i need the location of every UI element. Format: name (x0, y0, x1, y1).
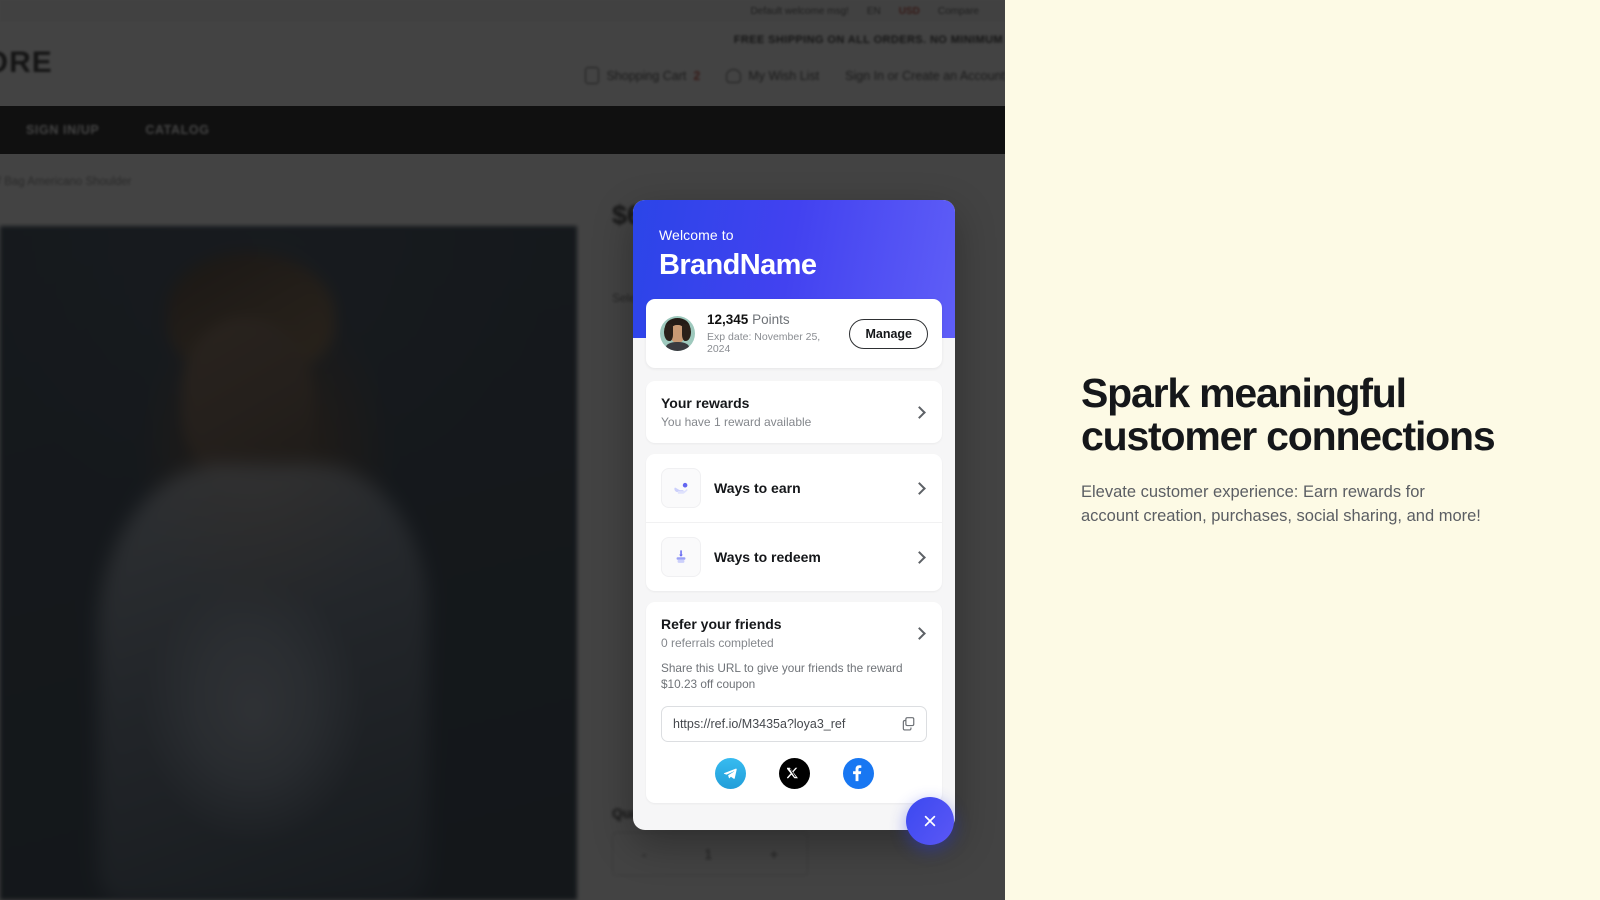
ways-to-redeem-text: Ways to redeem (714, 549, 915, 565)
ways-to-earn-row[interactable]: Ways to earn (646, 454, 942, 522)
top-strip-item-2: USD (898, 5, 920, 17)
hero-welcome-text: Welcome to (659, 227, 734, 243)
screen-root: Default welcome msg! EN USD Compare TORE… (0, 0, 1600, 900)
refer-friends-subtitle: 0 referrals completed (661, 636, 774, 651)
ways-to-earn-title: Ways to earn (714, 480, 801, 497)
storefront-utility-nav: Shopping Cart 2 My Wish List Sign In or … (585, 67, 1005, 84)
gift-redeem-icon (661, 537, 701, 578)
breadcrumb: Home / Bag Americano Shoulder (0, 176, 132, 188)
wish-list-link: My Wish List (726, 68, 820, 83)
referral-card: Refer your friends 0 referrals completed… (646, 602, 942, 803)
avatar-hair-left (664, 324, 673, 342)
copy-icon[interactable] (899, 715, 917, 733)
points-text-block: 12,345 Points Exp date: November 25, 202… (707, 312, 837, 355)
storefront-top-strip: Default welcome msg! EN USD Compare (0, 0, 1005, 22)
points-unit: Points (752, 312, 790, 327)
widget-body: Your rewards You have 1 reward available (633, 368, 955, 830)
points-summary-card: 12,345 Points Exp date: November 25, 202… (646, 299, 942, 369)
nav-item-0: SIGN IN/UP (26, 123, 100, 137)
rewards-card: Your rewards You have 1 reward available (646, 381, 942, 444)
marketing-panel: Spark meaningful customer connections El… (1005, 0, 1600, 900)
sign-in-link: Sign In or Create an Account (845, 69, 1005, 83)
loyalty-widget: Welcome to BrandName 12,345 Points Exp d… (633, 200, 955, 830)
telegram-share-button[interactable] (714, 757, 746, 789)
user-avatar (660, 316, 695, 352)
actions-card: Ways to earn Ways to redeem (646, 454, 942, 592)
your-rewards-row[interactable]: Your rewards You have 1 reward available (646, 381, 942, 443)
refer-friends-row[interactable]: Refer your friends 0 referrals completed (646, 602, 942, 660)
cart-icon (585, 67, 600, 84)
top-strip-item-3: Compare (937, 5, 979, 17)
quantity-value: 1 (704, 846, 713, 862)
hand-coin-icon (661, 468, 701, 509)
nav-item-1: CATALOG (145, 123, 210, 137)
shopping-cart-link: Shopping Cart 2 (585, 67, 700, 84)
referral-url-field[interactable]: https://ref.io/M3435a?loya3_ref (661, 705, 927, 742)
cart-badge: 2 (693, 68, 701, 83)
wish-list-label: My Wish List (748, 68, 820, 83)
ways-to-earn-text: Ways to earn (714, 480, 915, 496)
refer-friends-text: Refer your friends 0 referrals completed (661, 616, 915, 650)
social-share-buttons (646, 757, 942, 789)
points-amount: 12,345 (707, 312, 749, 327)
storefront-main-nav: SIGN IN/UP CATALOG (0, 106, 1005, 154)
chevron-right-icon (913, 550, 926, 564)
your-rewards-title: Your rewards (661, 395, 750, 412)
referral-url-text: https://ref.io/M3435a?loya3_ref (673, 716, 846, 731)
free-shipping-banner: FREE SHIPPING ON ALL ORDERS. NO MINIMUM (733, 34, 1003, 46)
product-photo (0, 226, 577, 900)
close-widget-button[interactable] (906, 797, 954, 845)
your-rewards-subtitle: You have 1 reward available (661, 415, 812, 430)
your-rewards-text: Your rewards You have 1 reward available (661, 395, 915, 429)
facebook-share-button[interactable] (842, 757, 874, 789)
top-strip-item-0: Default welcome msg! (750, 5, 849, 17)
photo-face-shape (182, 318, 314, 484)
quantity-decrement: - (641, 846, 647, 862)
manage-button[interactable]: Manage (849, 318, 928, 349)
chevron-right-icon (913, 405, 926, 419)
points-line: 12,345 Points (707, 312, 837, 328)
quantity-increment: + (769, 846, 779, 862)
hero-brand-name: BrandName (659, 249, 817, 281)
ways-to-redeem-row[interactable]: Ways to redeem (646, 522, 942, 591)
heart-icon (726, 68, 742, 83)
quantity-stepper: - 1 + (612, 832, 808, 876)
top-strip-item-1: EN (866, 5, 881, 17)
chevron-right-icon (913, 626, 926, 640)
promo-title: Spark meaningful customer connections (1081, 369, 1496, 459)
store-logo: TORE (0, 46, 53, 79)
referral-note: Share this URL to give your friends the … (661, 661, 903, 692)
x-share-button[interactable] (778, 757, 810, 789)
avatar-hair-right (682, 324, 691, 342)
points-expiry: Exp date: November 25, 2024 (707, 331, 821, 356)
promo-subtitle: Elevate customer experience: Earn reward… (1081, 483, 1481, 525)
chevron-right-icon (913, 481, 926, 495)
sign-in-label: Sign In or Create an Account (845, 68, 1005, 83)
ways-to-redeem-title: Ways to redeem (714, 549, 821, 566)
refer-friends-title: Refer your friends (661, 616, 782, 633)
storefront-header: TORE FREE SHIPPING ON ALL ORDERS. NO MIN… (0, 22, 1005, 106)
close-icon (924, 815, 936, 827)
photo-shirt-shape (98, 464, 428, 900)
shopping-cart-label: Shopping Cart (606, 68, 687, 83)
avatar-shoulders (666, 342, 689, 352)
